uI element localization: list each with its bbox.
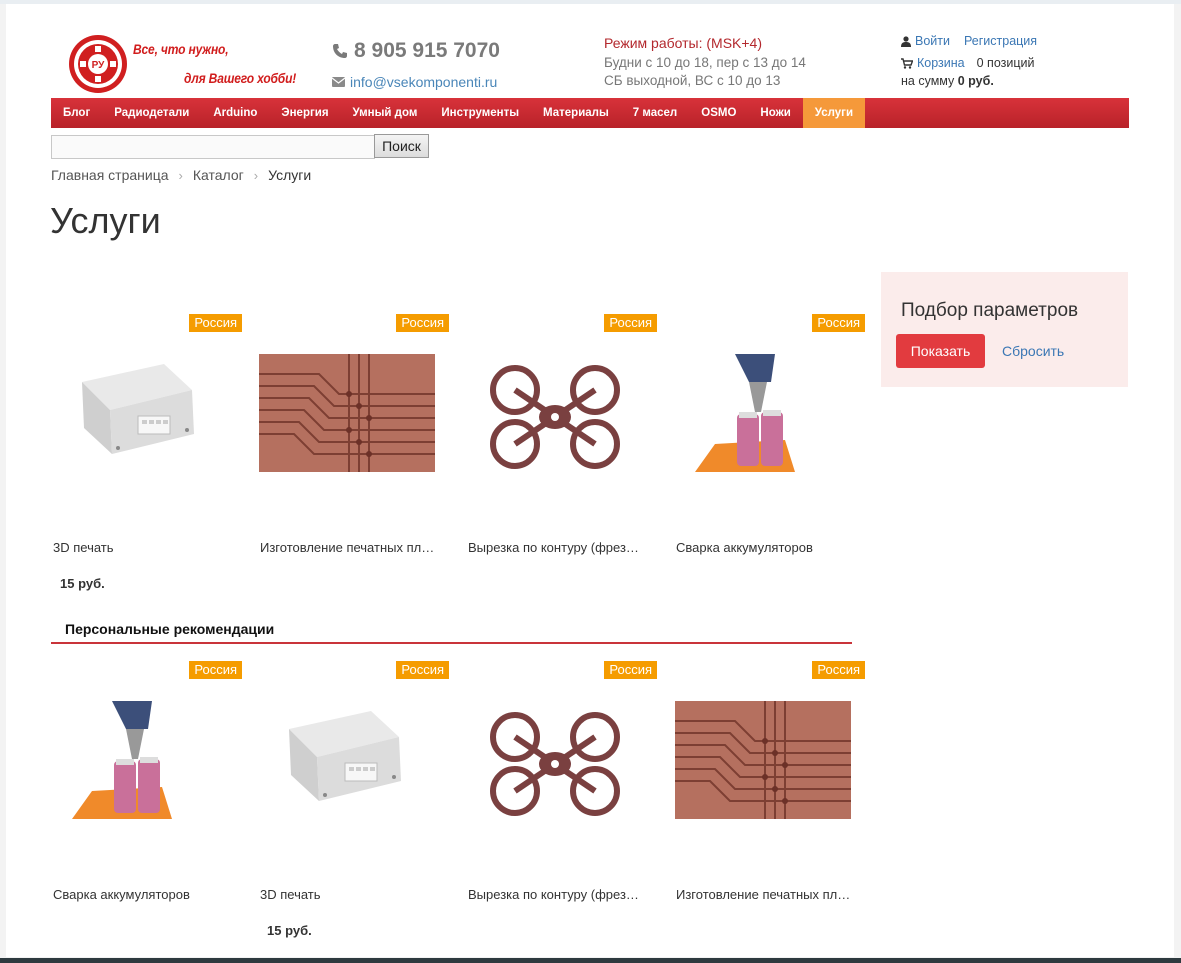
product-name[interactable]: Изготовление печатных пл… (676, 887, 854, 902)
chevron-right-icon: › (178, 167, 183, 183)
cart-sum-value: 0 руб. (957, 74, 994, 88)
user-icon (901, 35, 911, 47)
nav-item-osmo[interactable]: OSMO (689, 98, 748, 128)
nav-item-7-oils[interactable]: 7 масел (621, 98, 689, 128)
nav-item-arduino[interactable]: Arduino (201, 98, 269, 128)
country-badge: Россия (396, 661, 449, 679)
box-enclosure-image[interactable] (259, 701, 435, 819)
product-card[interactable]: Россия Вырезка по контуру (фрез… (467, 661, 657, 951)
cart-sum: на сумму 0 руб. (901, 74, 994, 88)
main-nav: Блог Радиодетали Arduino Энергия Умный д… (51, 98, 1129, 128)
country-badge: Россия (189, 314, 242, 332)
search-input[interactable] (51, 135, 375, 159)
country-badge: Россия (396, 314, 449, 332)
pcb-image[interactable] (259, 354, 435, 472)
filter-panel: Подбор параметров Показать Сбросить (881, 272, 1128, 387)
product-name[interactable]: Сварка аккумуляторов (676, 540, 854, 555)
svg-text:РУ: РУ (92, 60, 106, 71)
hours-title: Режим работы: (MSK+4) (604, 35, 762, 51)
register-link[interactable]: Регистрация (964, 34, 1037, 48)
product-name[interactable]: 3D печать (53, 540, 231, 555)
box-enclosure-image[interactable] (52, 354, 228, 472)
pcb-image[interactable] (675, 701, 851, 819)
country-badge: Россия (604, 314, 657, 332)
breadcrumb: Главная страница › Каталог › Услуги (51, 167, 311, 183)
phone-number: 8 905 915 7070 (354, 39, 500, 62)
product-card[interactable]: Россия Сварка аккумуляторов (52, 661, 242, 951)
account-links: Войти Регистрация (901, 34, 1037, 48)
login-link[interactable]: Войти (915, 34, 950, 48)
email-link[interactable]: info@vsekomponenti.ru (350, 74, 497, 90)
product-card[interactable]: Россия Изготовление печатных пл… (675, 661, 865, 951)
page: РУ Все, что нужно, для Вашего хобби! 8 9… (6, 4, 1174, 957)
email[interactable]: info@vsekomponenti.ru (332, 74, 497, 90)
nav-item-radioparts[interactable]: Радиодетали (102, 98, 201, 128)
product-name[interactable]: Вырезка по контуру (фрез… (468, 540, 646, 555)
logo-gear-icon[interactable]: РУ (68, 34, 128, 94)
product-price: 15 руб. (267, 923, 312, 938)
drone-frame-image[interactable] (467, 701, 643, 819)
chevron-right-icon: › (253, 167, 259, 183)
nav-item-materials[interactable]: Материалы (531, 98, 621, 128)
product-card[interactable]: Россия 3D печать 15 руб. (259, 661, 449, 951)
product-card[interactable]: Россия 3D печать 15 руб. (52, 314, 242, 604)
nav-item-tools[interactable]: Инструменты (429, 98, 531, 128)
recommendations-divider (51, 642, 852, 644)
nav-item-smart-home[interactable]: Умный дом (341, 98, 430, 128)
nav-item-services[interactable]: Услуги (802, 98, 866, 128)
product-card[interactable]: Россия Вырезка по контуру (фрез… (467, 314, 657, 604)
cart-sum-label: на сумму (901, 74, 955, 88)
cart-link[interactable]: Корзина (917, 56, 965, 70)
recommendations-title: Персональные рекомендации (65, 621, 275, 637)
nav-item-blog[interactable]: Блог (51, 98, 102, 128)
phone[interactable]: 8 905 915 7070 (332, 39, 500, 63)
filter-show-button[interactable]: Показать (896, 334, 985, 368)
battery-welding-image[interactable] (52, 701, 228, 819)
bottom-bar (0, 958, 1181, 963)
cart-icon (901, 57, 913, 69)
product-name[interactable]: Вырезка по контуру (фрез… (468, 887, 646, 902)
envelope-icon (332, 77, 345, 87)
breadcrumb-home[interactable]: Главная страница (51, 167, 169, 183)
product-name[interactable]: Сварка аккумуляторов (53, 887, 231, 902)
hours-weekdays: Будни с 10 до 18, пер с 13 до 14 (604, 55, 806, 70)
drone-frame-image[interactable] (467, 354, 643, 472)
nav-item-energy[interactable]: Энергия (269, 98, 340, 128)
page-title: Услуги (50, 200, 161, 241)
battery-welding-image[interactable] (675, 354, 851, 472)
breadcrumb-catalog[interactable]: Каталог (193, 167, 244, 183)
hours-weekend: СБ выходной, ВС с 10 до 13 (604, 73, 781, 88)
breadcrumb-current: Услуги (268, 167, 312, 183)
product-name[interactable]: 3D печать (260, 887, 438, 902)
search-button[interactable]: Поиск (374, 134, 429, 158)
slogan-line2: для Вашего хобби! (184, 70, 297, 86)
cart-count: 0 позиций (976, 56, 1035, 70)
country-badge: Россия (812, 314, 865, 332)
product-name[interactable]: Изготовление печатных пл… (260, 540, 438, 555)
product-price: 15 руб. (60, 576, 105, 591)
country-badge: Россия (812, 661, 865, 679)
nav-item-knives[interactable]: Ножи (748, 98, 802, 128)
slogan-line1: Все, что нужно, (133, 41, 229, 57)
filter-reset-link[interactable]: Сбросить (1002, 343, 1064, 359)
phone-icon (333, 44, 347, 58)
cart: Корзина 0 позиций (901, 56, 1034, 70)
filter-title: Подбор параметров (901, 300, 1079, 321)
country-badge: Россия (189, 661, 242, 679)
product-card[interactable]: Россия Сварка аккумуляторов (675, 314, 865, 604)
product-card[interactable]: Россия Изготовление печатных пл… (259, 314, 449, 604)
country-badge: Россия (604, 661, 657, 679)
